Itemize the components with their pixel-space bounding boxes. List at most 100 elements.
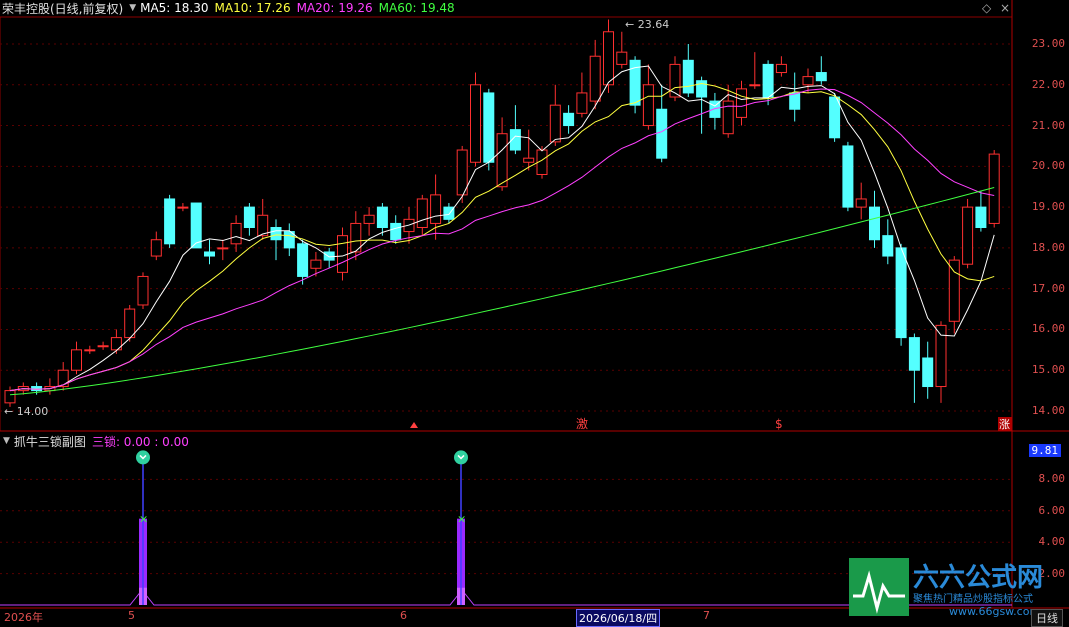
candle-body	[882, 235, 894, 257]
candle-body	[430, 194, 442, 224]
diamond-icon[interactable]: ◇	[982, 1, 991, 15]
candle-body	[576, 92, 588, 114]
collapse-triangle-icon[interactable]: ▼	[3, 436, 10, 446]
ma60-label: MA60: 19.48	[378, 1, 455, 15]
price-tick: 19.00	[1031, 200, 1065, 214]
price-tick: 14.00	[1031, 404, 1065, 417]
cross-marker-icon: ×	[457, 513, 466, 526]
candle-body	[390, 222, 402, 241]
candle-body	[470, 84, 481, 163]
candle-body	[895, 247, 907, 339]
sub-axis-tick: 8.00	[1038, 472, 1066, 486]
price-tick: 22.00	[1031, 77, 1065, 91]
candle-body	[523, 157, 535, 163]
stock-title[interactable]: 荣丰控股(日线,前复权)	[2, 0, 123, 17]
price-tick: 21.00	[1031, 118, 1065, 132]
candle-body	[363, 214, 375, 224]
candle-body	[922, 357, 934, 388]
candle-body	[257, 214, 269, 237]
candle-body	[855, 198, 867, 208]
candle-body	[549, 104, 561, 143]
candle-body	[682, 59, 694, 94]
candle-body	[962, 206, 974, 265]
candle-body	[243, 206, 255, 229]
period-selector[interactable]: 日线	[1031, 609, 1063, 627]
cross-marker-icon: ×	[139, 513, 148, 526]
price-tick: 17.00	[1031, 281, 1065, 295]
candle-body	[97, 345, 109, 348]
time-axis: 2026年 5 6 2026/06/18/四 7	[0, 608, 1069, 627]
signal-marker-zhang: 涨	[999, 418, 1010, 431]
candle-body	[563, 112, 575, 127]
candle-body	[217, 247, 229, 250]
candle-body	[815, 72, 827, 82]
low-annotation: ← 14.00	[4, 405, 48, 418]
sub-axis-tick: 4.00	[1038, 535, 1066, 549]
price-tick: 16.00	[1031, 322, 1065, 336]
kline-chart[interactable]: ← 23.64 ← 14.00 激 $ 涨 × ×	[0, 0, 1069, 627]
candle-body	[829, 96, 841, 139]
price-tick: 20.00	[1031, 159, 1065, 173]
candle-body	[762, 63, 774, 98]
candle-body	[230, 222, 242, 245]
main-frame	[0, 16, 1013, 432]
candle-body	[802, 76, 814, 86]
candle-body	[975, 206, 987, 229]
candle-body	[4, 390, 16, 404]
ma20-label: MA20: 19.26	[296, 1, 373, 15]
candle-body	[496, 133, 508, 188]
candle-body	[31, 386, 43, 392]
signal-marker-ji: 激	[576, 417, 588, 431]
watermark-sub: 聚焦热门精品炒股指标公式	[913, 592, 1033, 605]
close-icon[interactable]: ×	[1000, 1, 1010, 15]
ma5-label: MA5: 18.30	[140, 1, 209, 15]
candle-body	[483, 92, 495, 163]
candle-body	[137, 275, 149, 306]
tick-june: 6	[400, 609, 407, 622]
candle-body	[642, 84, 654, 127]
candle-body	[297, 243, 309, 277]
candle-body	[456, 149, 468, 196]
sub-axis-tick: 6.00	[1038, 503, 1066, 517]
candle-body	[177, 206, 189, 209]
sub-axis-tick: 9.81	[1028, 444, 1061, 457]
candle-body	[57, 369, 69, 388]
watermark-main: 六六公式网	[913, 563, 1043, 593]
cursor-date: 2026/06/18/四	[576, 609, 661, 627]
tick-may: 5	[128, 609, 135, 622]
candle-body	[589, 55, 601, 102]
collapse-triangle-icon[interactable]: ▼	[129, 3, 136, 13]
tick-year: 2026年	[4, 611, 43, 624]
ma5-line	[9, 65, 995, 392]
candle-body	[736, 88, 747, 118]
candle-body	[775, 63, 787, 74]
candle-body	[416, 198, 428, 228]
candle-body	[150, 239, 162, 257]
candle-body	[789, 92, 801, 110]
sub-chart-header: ▼ 抓牛三锁副图 三锁: 0.00 : 0.00	[0, 433, 189, 449]
candle-body	[656, 108, 668, 159]
candle-body	[616, 51, 628, 65]
candle-body	[164, 198, 176, 245]
candle-body	[323, 251, 335, 261]
chart-header: 荣丰控股(日线,前复权) ▼ MA5: 18.30 MA10: 17.26 MA…	[0, 0, 461, 16]
candle-body	[869, 206, 880, 241]
candle-body	[669, 63, 681, 98]
candle-body	[270, 227, 282, 241]
candle-body	[84, 349, 96, 352]
up-arrow-icon	[410, 422, 418, 428]
candle-body	[603, 31, 614, 86]
candle-body	[842, 145, 854, 208]
sub-chart-title[interactable]: 抓牛三锁副图	[14, 433, 86, 450]
candle-body	[948, 259, 960, 322]
high-annotation: ← 23.64	[625, 18, 669, 31]
candle-body	[71, 349, 82, 371]
price-tick: 18.00	[1031, 240, 1065, 254]
candle-body	[190, 202, 202, 249]
candle-body	[376, 206, 388, 229]
price-tick: 23.00	[1031, 37, 1065, 50]
candle-body	[337, 235, 348, 273]
sub-indicator-label: 三锁: 0.00 : 0.00	[91, 434, 189, 449]
price-tick: 15.00	[1031, 363, 1065, 377]
ma10-label: MA10: 17.26	[214, 1, 291, 15]
